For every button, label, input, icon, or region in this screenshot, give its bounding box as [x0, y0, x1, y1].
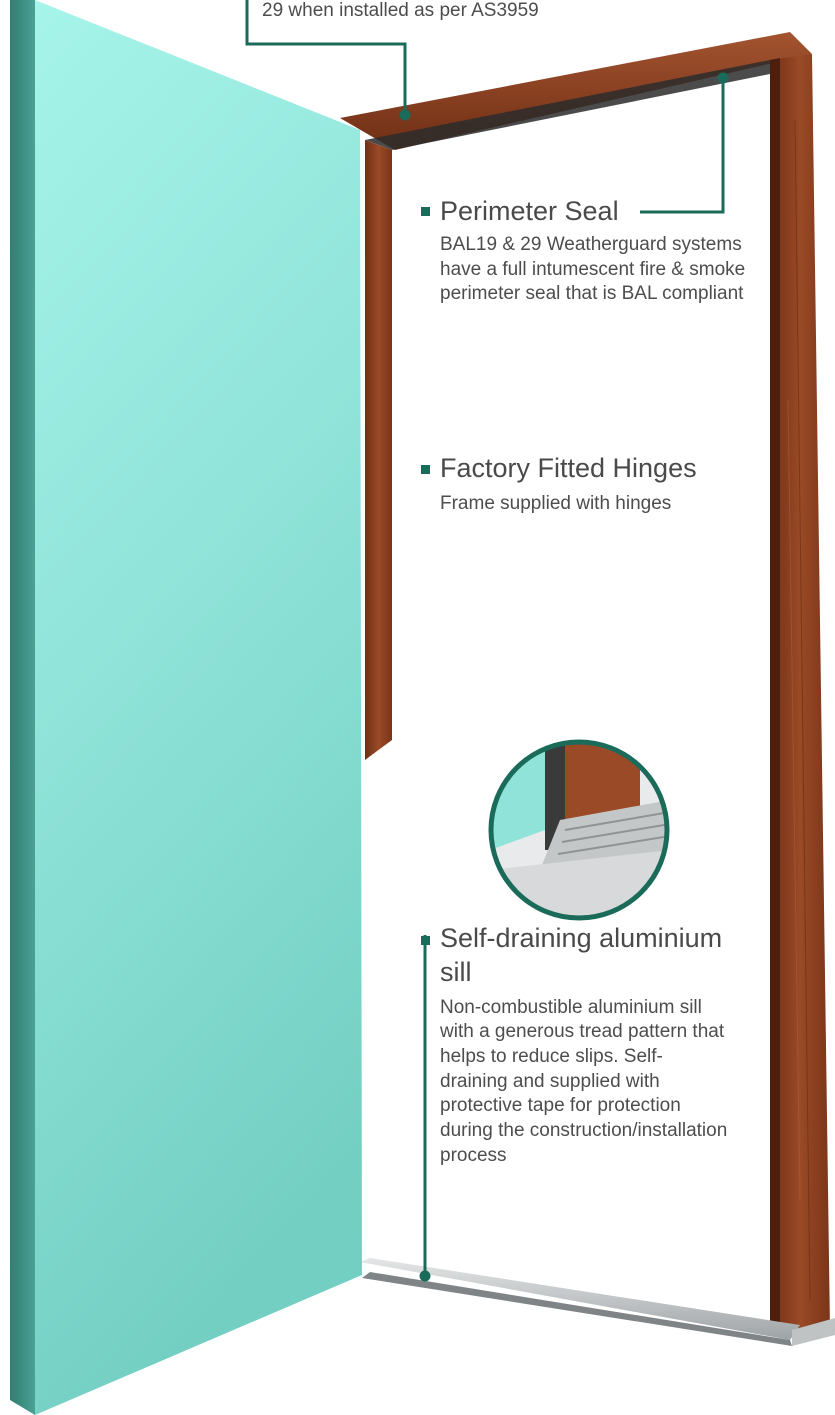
bullet-perimeter-seal: [421, 207, 430, 216]
feature-title: Factory Fitted Hinges: [440, 453, 697, 483]
feature-title: Self-draining aluminium sill: [440, 923, 723, 987]
bullet-self-draining-sill: [421, 936, 430, 945]
door-leaf: [10, 0, 362, 1415]
feature-factory-fitted-hinges: Factory Fitted Hinges Frame supplied wit…: [440, 452, 770, 516]
feature-perimeter-seal-desc: BAL19 & 29 Weatherguard systems have a f…: [440, 233, 760, 307]
feature-self-draining-sill: Self-draining aluminium sill Non-combust…: [440, 922, 760, 1168]
bal-rating-note: 29 when installed as per AS3959: [262, 0, 539, 21]
aluminium-sill: [360, 1258, 835, 1346]
sill-detail-zoom: [488, 739, 670, 921]
bullet-factory-fitted-hinges: [421, 465, 430, 474]
feature-description: Non-combustible aluminium sill with a ge…: [440, 996, 728, 1166]
feature-description: Frame supplied with hinges: [440, 492, 672, 514]
feature-title: Perimeter Seal: [440, 196, 619, 226]
feature-description: BAL19 & 29 Weatherguard systems have a f…: [440, 234, 746, 305]
feature-perimeter-seal: Perimeter Seal: [440, 195, 760, 229]
